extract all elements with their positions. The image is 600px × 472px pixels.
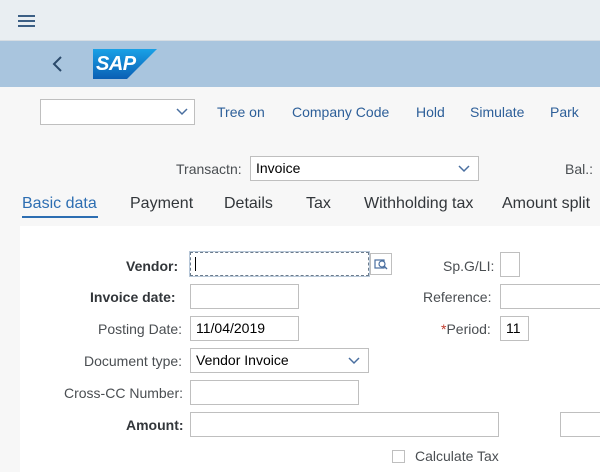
reference-input[interactable]: [500, 284, 600, 309]
reference-label: Reference:: [423, 289, 492, 305]
tab-withholding-tax[interactable]: Withholding tax: [364, 195, 473, 213]
vendor-search-help-icon[interactable]: [370, 253, 392, 275]
tab-details[interactable]: Details: [224, 195, 273, 213]
chevron-down-icon: [458, 165, 470, 173]
invoice-date-label: Invoice date:: [90, 289, 176, 305]
company-code-button[interactable]: Company Code: [292, 104, 389, 120]
tab-amount-split[interactable]: Amount split: [502, 195, 590, 213]
sp-gl-indicator-label: Sp.G/LI:: [443, 258, 495, 274]
simulate-button[interactable]: Simulate: [470, 104, 524, 120]
cross-cc-number-label: Cross-CC Number:: [64, 385, 184, 401]
invoice-date-input[interactable]: [190, 284, 299, 309]
hamburger-menu-icon[interactable]: [18, 15, 35, 27]
transaction-label: Transactn:: [176, 161, 242, 177]
calculate-tax-label: Calculate Tax: [415, 448, 499, 464]
cross-cc-number-input[interactable]: [190, 380, 359, 405]
amount-label: Amount:: [126, 417, 184, 433]
active-tab-indicator: [22, 216, 98, 218]
sap-logo: SAP: [93, 49, 157, 79]
currency-input[interactable]: [560, 412, 600, 437]
tab-basic-data[interactable]: Basic data: [22, 195, 97, 213]
chevron-down-icon: [348, 357, 360, 365]
period-label-group: *Period:: [441, 321, 491, 337]
calculate-tax-checkbox[interactable]: [392, 450, 405, 463]
sp-gl-indicator-input[interactable]: [500, 252, 520, 277]
amount-input[interactable]: [190, 412, 499, 437]
sap-logo-text: SAP: [96, 53, 136, 75]
vendor-input[interactable]: [189, 251, 370, 277]
tree-on-button[interactable]: Tree on: [217, 104, 265, 120]
posting-date-input[interactable]: 11/04/2019: [190, 316, 299, 341]
document-type-label: Document type:: [84, 353, 183, 369]
shell-bar: [0, 41, 600, 87]
back-icon[interactable]: [50, 55, 66, 73]
transaction-select[interactable]: Invoice: [250, 156, 479, 181]
menu-bar: [0, 0, 600, 41]
document-type-select[interactable]: Vendor Invoice: [190, 348, 369, 373]
chevron-down-icon: [176, 108, 188, 116]
period-input[interactable]: 11: [500, 316, 529, 341]
posting-date-label: Posting Date:: [98, 321, 183, 337]
hold-button[interactable]: Hold: [416, 104, 445, 120]
text-cursor: [195, 257, 196, 271]
transaction-select-value: Invoice: [256, 160, 301, 176]
tab-tax[interactable]: Tax: [306, 195, 331, 213]
vendor-label: Vendor:: [126, 258, 179, 274]
layout-select[interactable]: [40, 99, 195, 125]
period-label: Period:: [446, 321, 491, 337]
tab-payment[interactable]: Payment: [130, 195, 193, 213]
balance-label: Bal.:: [565, 161, 594, 177]
park-button[interactable]: Park: [550, 104, 579, 120]
